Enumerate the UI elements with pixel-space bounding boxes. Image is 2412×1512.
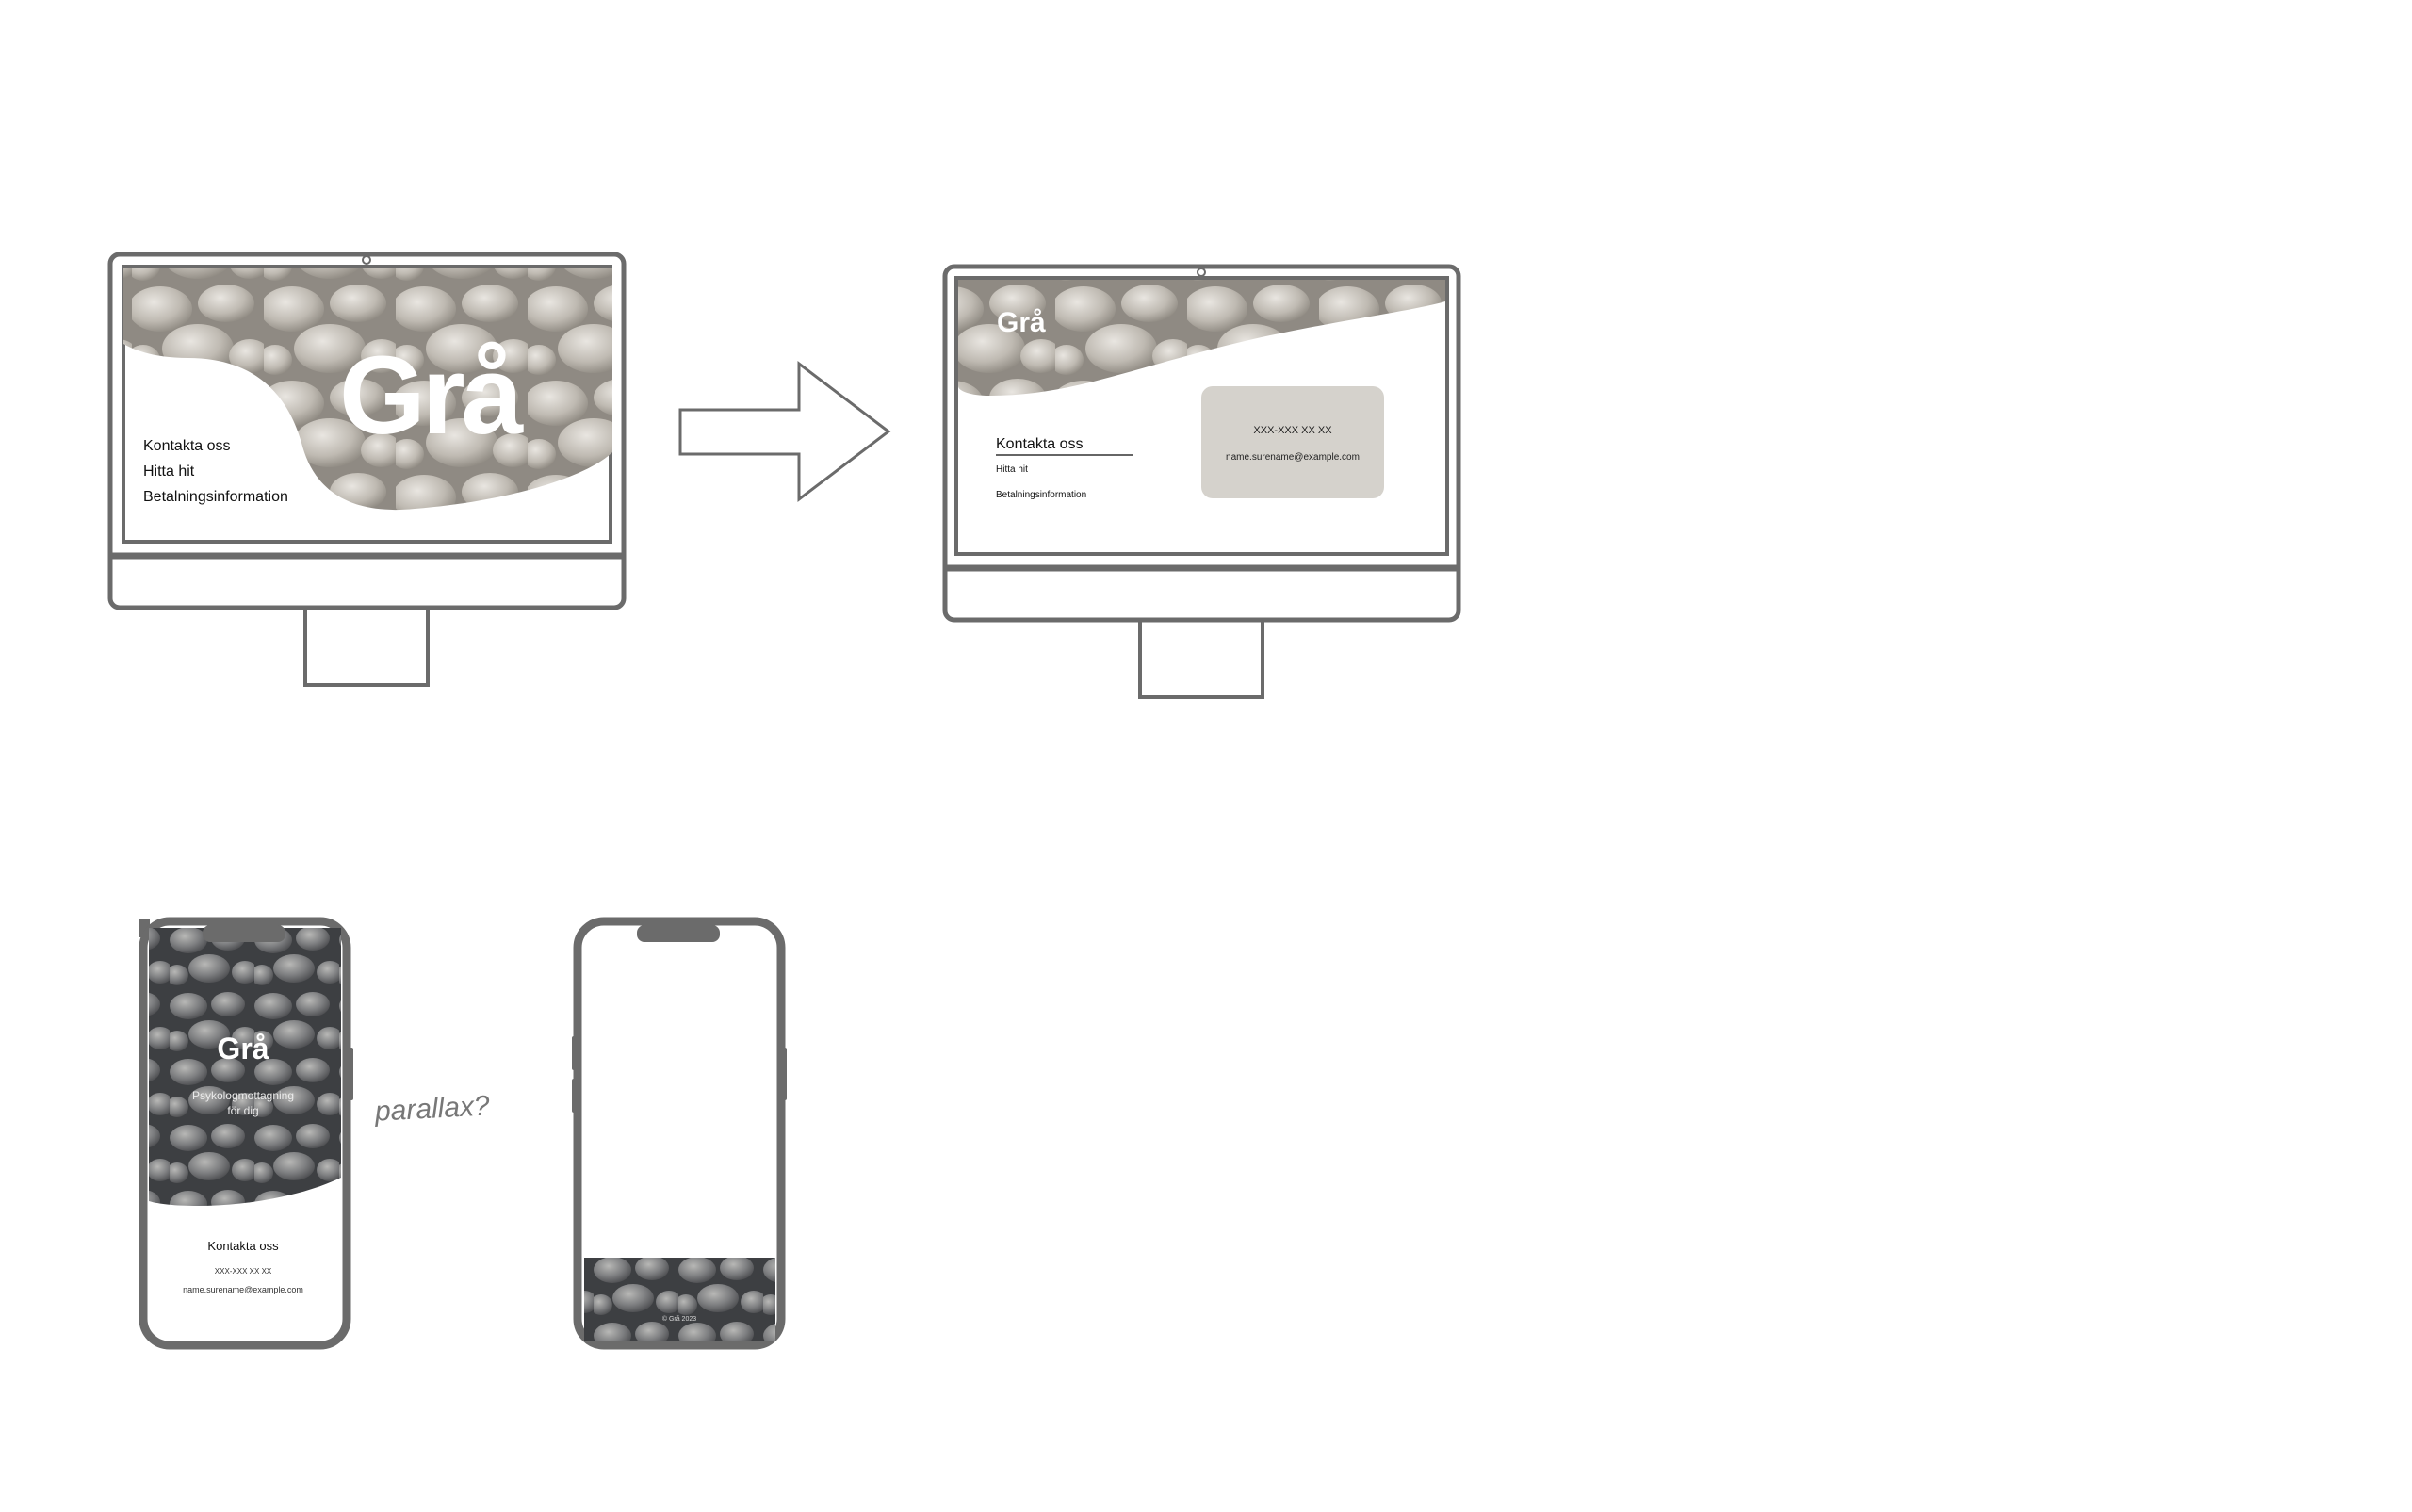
desktop-mockup-a: Grå Kontakta oss Hitta hit Betalningsinf… [107,252,627,687]
phone-hero-stone-image [149,928,341,1206]
handwritten-note: parallax? [373,1090,491,1127]
phone-footer-stone-image [584,1258,775,1341]
phone-hero-logo: Grå [217,1032,269,1065]
camera-icon [362,255,371,265]
header-logo[interactable]: Grå [997,307,1046,338]
phone-notch [203,925,285,942]
right-arrow-icon [678,360,891,503]
contact-email[interactable]: name.surename@example.com [1226,452,1360,463]
menu-item-payment[interactable]: Betalningsinformation [143,489,288,505]
camera-icon [1197,268,1206,277]
monitor-stand [1138,618,1264,699]
wireframe-svg: Grå Kontakta oss Hitta hit Betalningsinf… [107,252,1461,1350]
phone-hero-tagline-2: för dig [227,1104,258,1117]
phone-mockup-b: © Grå 2023 [572,917,787,1350]
desktop-mockup-b: Grå Kontakta oss Hitta hit Betalningsinf… [942,264,1461,699]
contact-phone[interactable]: XXX-XXX XX XX [1253,425,1332,436]
menu-item-contact-active[interactable]: Kontakta oss [996,436,1084,452]
contact-card-bg [1201,386,1384,498]
phone-hero-tagline-1: Psykologmottagning [192,1089,294,1102]
menu-item-find-us[interactable]: Hitta hit [996,464,1028,475]
menu-item-payment[interactable]: Betalningsinformation [996,490,1086,500]
phone-mockup-a: Grå Psykologmottagning för dig Kontakta … [139,917,353,1350]
monitor-stand [303,606,430,687]
menu-item-contact[interactable]: Kontakta oss [143,438,231,454]
phone-contact-phone[interactable]: XXX-XXX XX XX [215,1267,272,1276]
menu-item-find-us[interactable]: Hitta hit [143,463,195,480]
phone-contact-email[interactable]: name.surename@example.com [183,1285,303,1294]
phone-contact-heading: Kontakta oss [207,1239,279,1253]
wireframe-canvas: Grå Kontakta oss Hitta hit Betalningsinf… [0,0,2412,1507]
phone-footer-text: © Grå 2023 [662,1315,696,1323]
phone-notch [637,925,720,942]
contact-card: XXX-XXX XX XX name.surename@example.com [1201,386,1384,498]
hero-logo: Grå [339,333,524,458]
